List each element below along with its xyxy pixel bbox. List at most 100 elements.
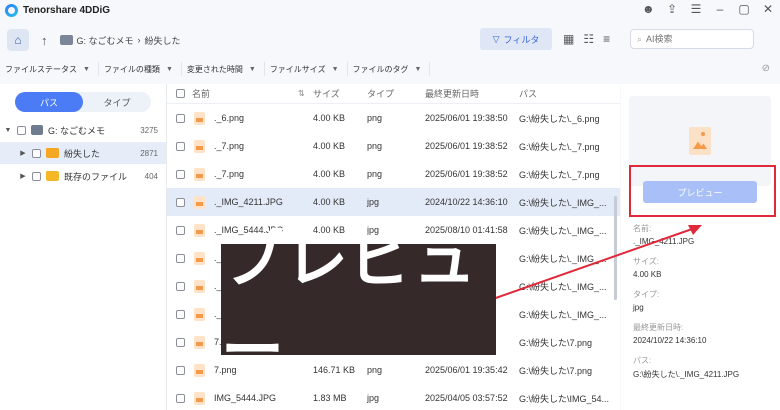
tree-item-label: 紛失した <box>64 148 101 159</box>
row-checkbox[interactable] <box>176 393 185 403</box>
column-size[interactable]: サイズ <box>313 87 340 100</box>
clear-filter-icon[interactable]: ⊘ <box>762 63 770 74</box>
home-button[interactable]: ⌂ <box>7 29 29 51</box>
file-path: G:\紛失した\7.png <box>519 337 593 348</box>
row-checkbox[interactable] <box>176 281 185 291</box>
row-checkbox[interactable] <box>176 197 185 207</box>
file-type: jpg <box>367 197 380 207</box>
table-row[interactable]: ._7.png 4.00 KB png 2025/06/01 19:38:52 G:\紛… <box>167 132 620 160</box>
search-input[interactable] <box>646 34 742 44</box>
column-name[interactable]: 名前 <box>192 87 210 100</box>
filter-button[interactable]: ▽ フィルタ <box>480 28 552 50</box>
meta-name-value: ._IMG_4211.JPG <box>633 237 695 246</box>
chevron-down-icon: ▼ <box>414 65 422 73</box>
select-all-checkbox[interactable] <box>176 89 185 98</box>
row-checkbox[interactable] <box>176 169 185 179</box>
file-path: G:\紛失した\._6.png <box>519 113 600 124</box>
row-checkbox[interactable] <box>176 253 185 263</box>
file-path: G:\紛失した\._IMG_... <box>519 197 607 208</box>
column-path[interactable]: パス <box>519 87 537 100</box>
file-name: IMG_5444.JPG <box>214 393 277 403</box>
row-checkbox[interactable] <box>176 225 185 235</box>
filter-label: ファイルの種類 <box>103 64 160 74</box>
tree-item-label: G: なごむメモ <box>48 125 106 136</box>
column-date[interactable]: 最終更新日時 <box>425 87 479 100</box>
maximize-icon[interactable]: ▢ <box>738 2 750 16</box>
chevron-down-icon: ▼ <box>331 65 339 73</box>
filter-file-status[interactable]: ファイルステータス ▼ <box>0 62 99 76</box>
lost-folder-icon <box>46 148 59 158</box>
filter-file-size[interactable]: ファイルサイズ ▼ <box>265 62 348 76</box>
table-header: 名前 ⇅ サイズ タイプ 最終更新日時 パス <box>167 84 620 104</box>
checkbox[interactable] <box>32 148 41 158</box>
filter-modified-time[interactable]: 変更された時間 ▼ <box>182 62 265 76</box>
checkbox[interactable] <box>32 171 41 181</box>
image-file-icon <box>689 127 711 155</box>
row-checkbox[interactable] <box>176 365 185 375</box>
expand-arrow-icon[interactable]: ▼ <box>3 127 13 134</box>
image-file-icon <box>194 168 205 181</box>
tree-item-lost[interactable]: ▶ 紛失した 2871 <box>0 142 166 164</box>
tree-item-label: 既存のファイル <box>64 171 128 182</box>
overlay-caption: プレビュー <box>221 225 496 386</box>
file-type: png <box>367 141 383 151</box>
sort-icon[interactable]: ⇅ <box>298 89 305 98</box>
file-date: 2024/10/22 14:36:10 <box>425 197 508 207</box>
row-checkbox[interactable] <box>176 113 185 123</box>
meta-date-value: 2024/10/22 14:36:10 <box>633 336 707 345</box>
title-bar: Tenorshare 4DDiG ☻ ⇪ ☰ – ▢ ✕ <box>0 0 780 20</box>
chevron-down-icon: ▼ <box>83 65 90 73</box>
row-checkbox[interactable] <box>176 141 185 151</box>
share-icon[interactable]: ⇪ <box>666 2 678 16</box>
filter-bar: ファイルステータス ▼ ファイルの種類 ▼ 変更された時間 ▼ ファイルサイズ ▼ ファ… <box>0 58 780 80</box>
filter-label: ファイルのタグ <box>352 64 409 74</box>
list-view-icon[interactable]: ☷ <box>583 32 594 46</box>
file-date: 2025/04/05 03:57:52 <box>425 393 508 403</box>
checkbox[interactable] <box>17 125 26 135</box>
tree-item-drive[interactable]: ▼ G: なごむメモ 3275 <box>0 119 166 141</box>
drive-icon <box>31 125 43 135</box>
tab-path[interactable]: パス <box>15 92 83 112</box>
sidebar: パス タイプ ▼ G: なごむメモ 3275 ▶ 紛失した 2871 ▶ 既存の… <box>0 84 167 410</box>
menu-icon[interactable]: ☰ <box>690 2 702 16</box>
breadcrumb-folder[interactable]: 紛失した <box>145 34 181 47</box>
filter-label: ファイルステータス <box>5 64 77 74</box>
funnel-icon: ▽ <box>492 33 500 44</box>
table-scrollbar[interactable] <box>614 196 617 300</box>
file-path: G:\紛失した\._IMG_... <box>519 309 607 320</box>
table-row[interactable]: ._7.png 4.00 KB png 2025/06/01 19:38:52 G:\紛… <box>167 160 620 188</box>
image-file-icon <box>194 196 205 209</box>
file-path: G:\紛失した\._IMG_... <box>519 281 607 292</box>
image-file-icon <box>194 112 205 125</box>
expand-arrow-icon[interactable]: ▶ <box>18 149 28 157</box>
table-row[interactable]: ._6.png 4.00 KB png 2025/06/01 19:38:50 G:\紛… <box>167 104 620 132</box>
tree-item-existing[interactable]: ▶ 既存のファイル 404 <box>0 165 166 187</box>
robot-icon[interactable]: ☻ <box>642 2 655 16</box>
search-icon: ⌕ <box>637 33 643 44</box>
sidebar-tabs: パス タイプ <box>15 92 151 112</box>
close-icon[interactable]: ✕ <box>762 2 774 16</box>
toolbar: ⌂ ↑ G: なごむメモ › 紛失した ▽ フィルタ ▦ ☷ ≡ ⌕ <box>0 24 780 56</box>
file-size: 4.00 KB <box>313 141 346 151</box>
file-name: ._7.png <box>214 141 245 151</box>
breadcrumb-drive[interactable]: G: なごむメモ <box>77 34 134 47</box>
column-type[interactable]: タイプ <box>367 87 394 100</box>
up-arrow-icon[interactable]: ↑ <box>41 33 48 48</box>
detail-view-icon[interactable]: ≡ <box>603 32 610 46</box>
file-date: 2025/06/01 19:38:52 <box>425 169 508 179</box>
tab-type[interactable]: タイプ <box>83 92 151 112</box>
filter-file-tag[interactable]: ファイルのタグ ▼ <box>348 62 431 76</box>
file-date: 2025/06/01 19:38:50 <box>425 113 508 123</box>
row-checkbox[interactable] <box>176 309 185 319</box>
meta-name-label: 名前: <box>633 224 652 233</box>
image-file-icon <box>194 336 205 349</box>
image-file-icon <box>194 280 205 293</box>
expand-arrow-icon[interactable]: ▶ <box>18 172 28 180</box>
image-file-icon <box>194 224 205 237</box>
row-checkbox[interactable] <box>176 337 185 347</box>
meta-size-value: 4.00 KB <box>633 270 662 279</box>
tree-item-count: 404 <box>144 171 158 181</box>
filter-file-type[interactable]: ファイルの種類 ▼ <box>99 62 182 76</box>
minimize-icon[interactable]: – <box>714 2 726 16</box>
grid-view-icon[interactable]: ▦ <box>563 32 574 46</box>
